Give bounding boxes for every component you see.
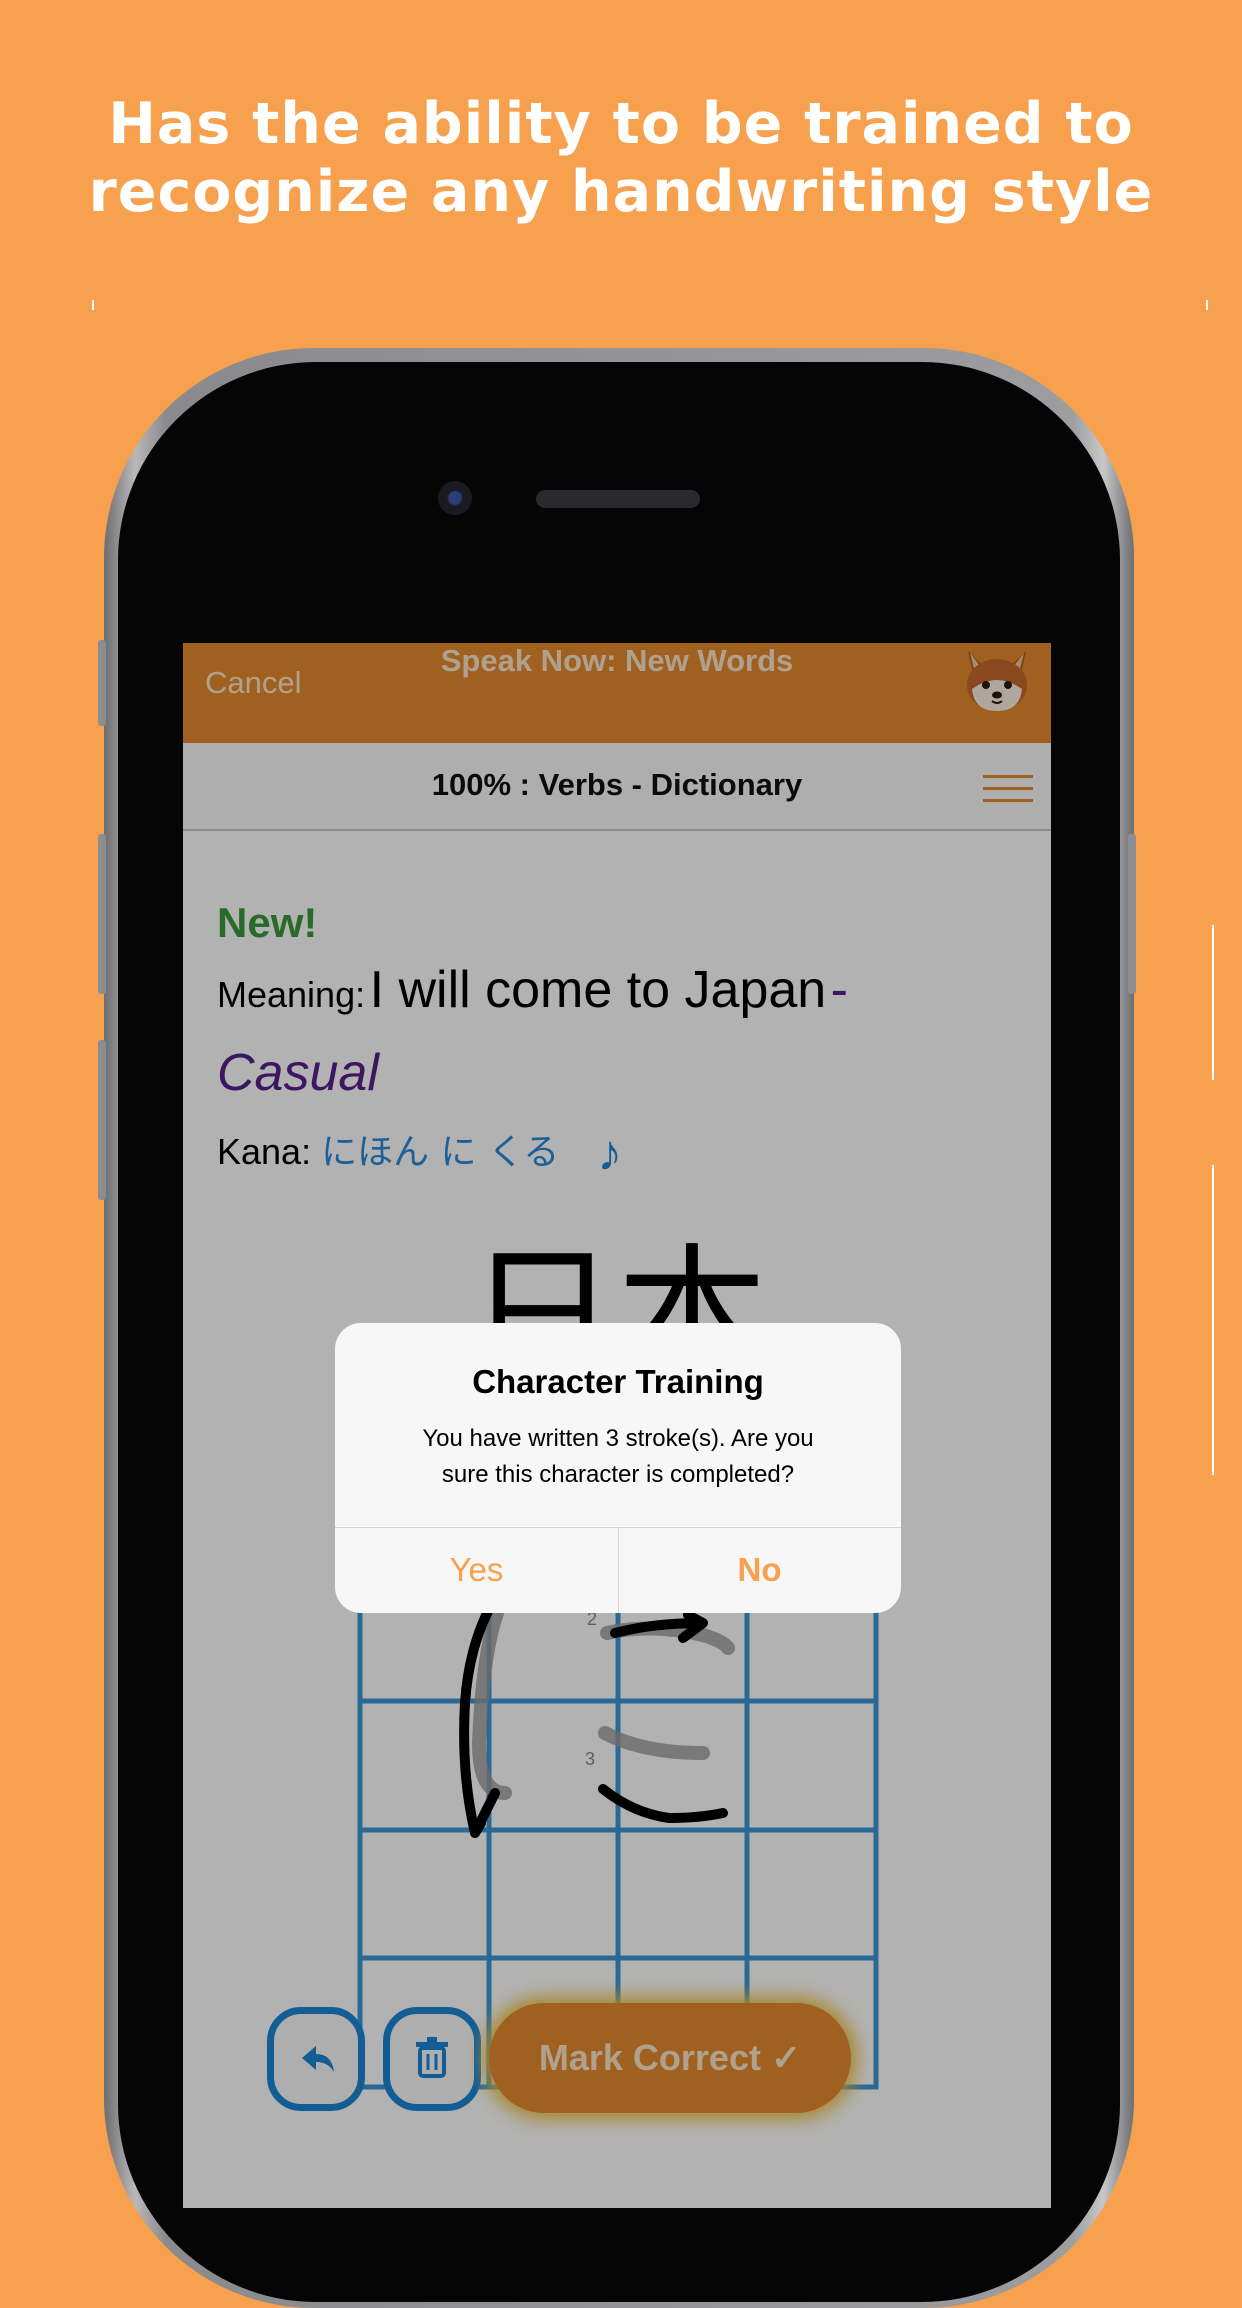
dialog-title: Character Training (472, 1363, 764, 1400)
character-training-dialog: Character Training You have written 3 st… (335, 1323, 901, 1613)
dialog-message-line-2: sure this character is completed? (441, 1461, 795, 1488)
decor-tick (1212, 925, 1214, 1080)
phone-side-button (98, 834, 106, 994)
camera-icon (438, 481, 472, 515)
promo-line-1: Has the ability to be trained to (108, 91, 1134, 157)
dialog-message-line-1: You have written 3 stroke(s). Are you (422, 1425, 814, 1452)
decor-tick (1212, 1165, 1214, 1475)
phone-speaker (536, 490, 700, 508)
app-screen: Cancel Speak Now: New Words 100% : Verbs… (183, 643, 1051, 2208)
decor-tick (1206, 300, 1208, 310)
yes-button[interactable]: Yes (335, 1527, 618, 1613)
no-button[interactable]: No (618, 1527, 901, 1613)
dialog-message: You have written 3 stroke(s). Are you su… (375, 1421, 861, 1493)
promo-headline: Has the ability to be trained to recogni… (0, 90, 1242, 226)
promo-line-2: recognize any handwriting style (88, 159, 1154, 225)
phone-side-button (98, 640, 106, 726)
phone-side-button (98, 1040, 106, 1200)
decor-tick (92, 300, 94, 310)
phone-side-button (1128, 834, 1136, 994)
